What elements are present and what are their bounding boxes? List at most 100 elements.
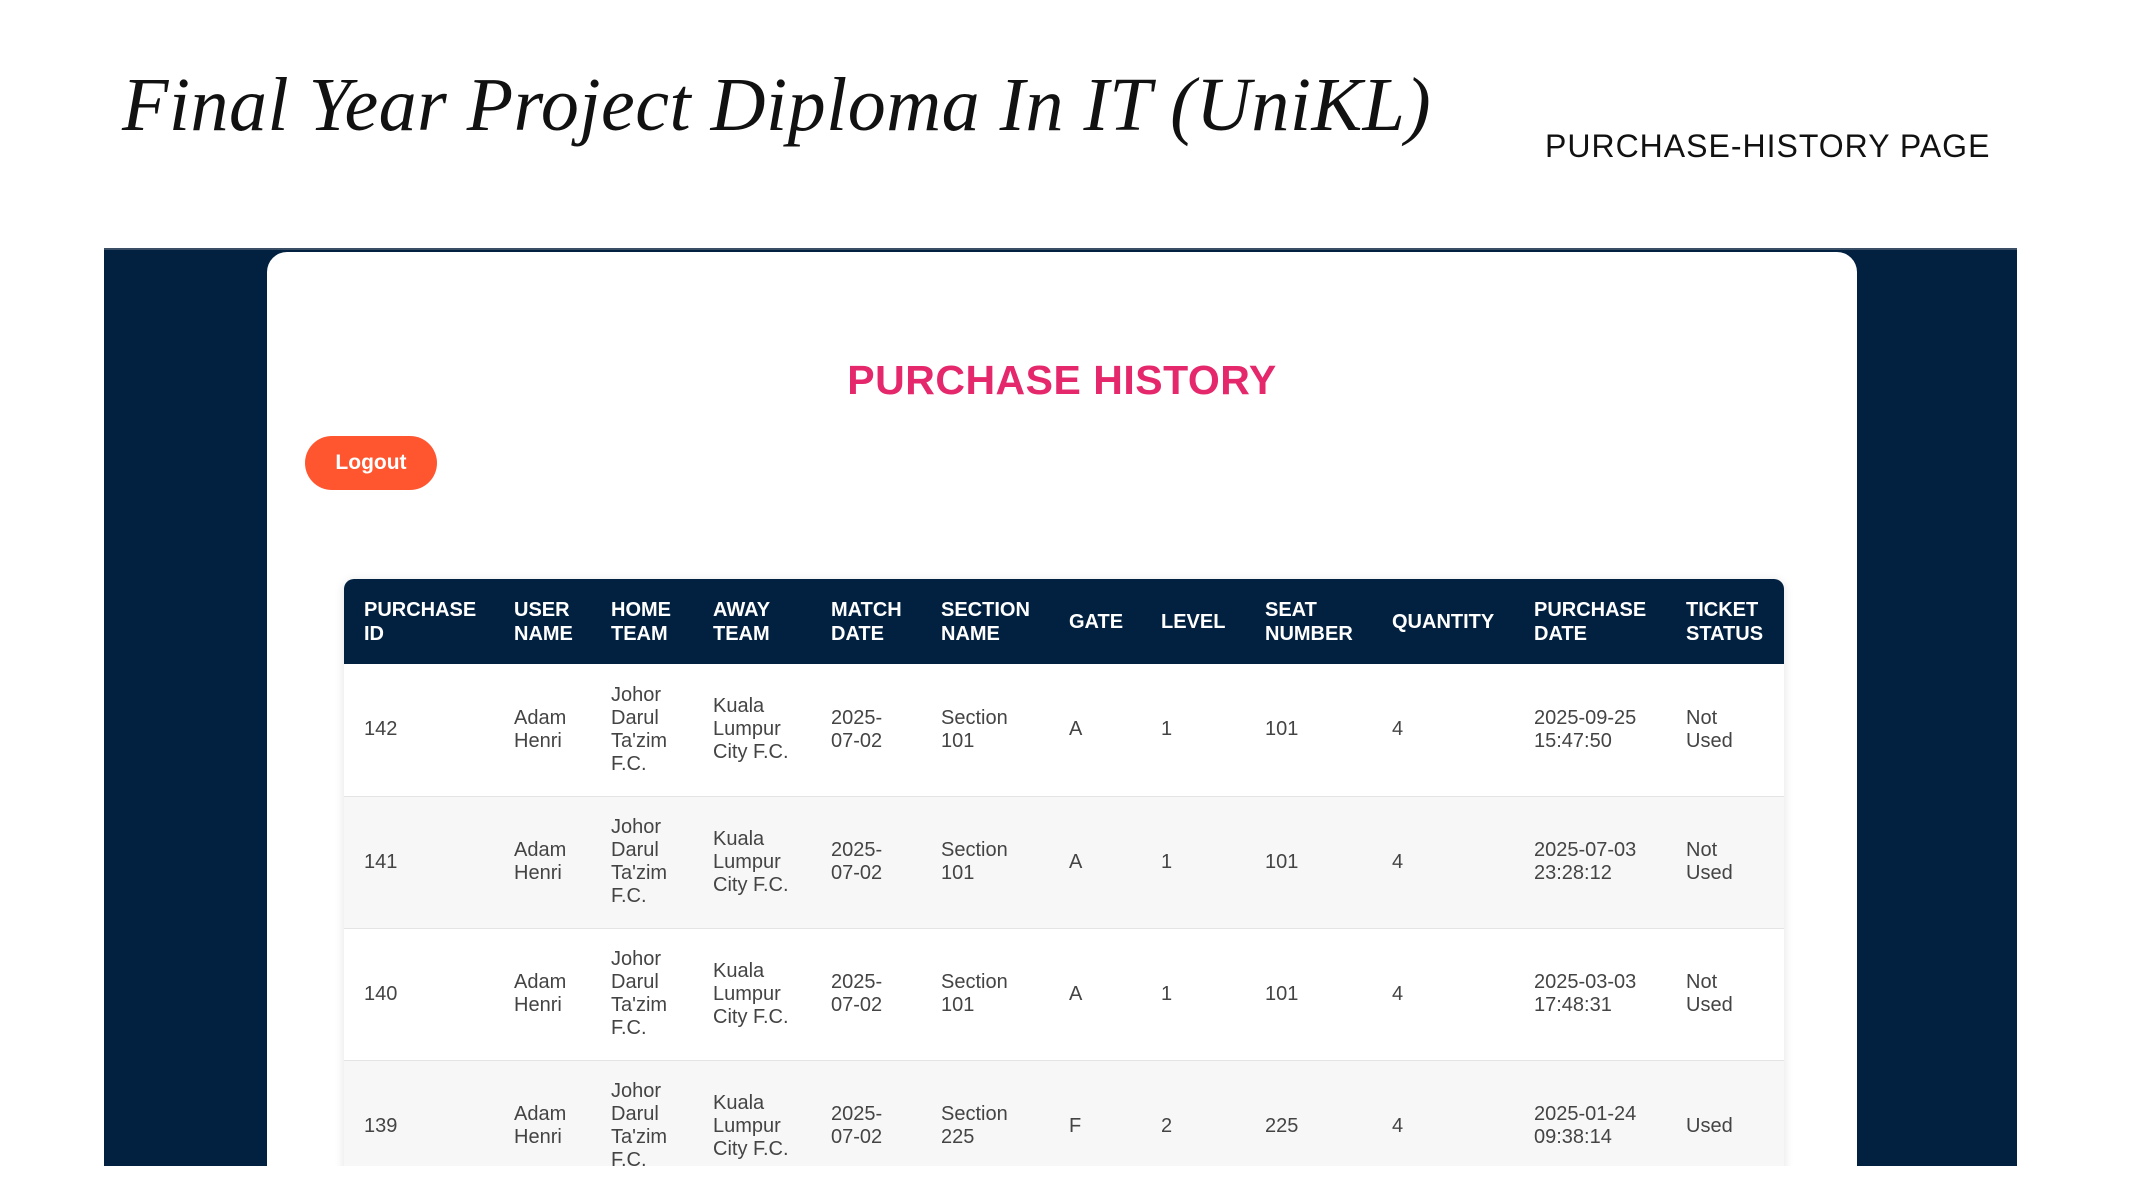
cell-text-line: F.C. bbox=[611, 752, 647, 775]
column-header-line: NAME bbox=[514, 622, 573, 645]
screenshot-frame: PURCHASE HISTORY Logout PURCHASE ID USER… bbox=[104, 248, 2017, 1166]
column-header: PURCHASE DATE bbox=[1514, 579, 1666, 664]
cell-text-line: Lumpur bbox=[713, 718, 781, 741]
purchase-history-table: PURCHASE ID USER NAME HOME TEAM AWAY TEAM MATCH D… bbox=[344, 579, 1784, 1166]
user-name-cell: Adam Henri bbox=[494, 1060, 591, 1166]
purchase-history-table-container: PURCHASE ID USER NAME HOME TEAM AWAY TEAM MATCH D… bbox=[344, 579, 1784, 1166]
column-header: GATE bbox=[1049, 579, 1141, 664]
cell-text-line: Section bbox=[941, 1103, 1008, 1125]
level-cell: 1 bbox=[1141, 796, 1245, 929]
level-cell: 2 bbox=[1141, 1060, 1245, 1166]
column-header-line: NAME bbox=[941, 622, 1000, 645]
seat-number-cell: 225 bbox=[1245, 1060, 1372, 1166]
slide-title: Final Year Project Diploma In IT (UniKL) bbox=[122, 63, 1432, 147]
cell-text-line: Used bbox=[1686, 994, 1733, 1016]
column-header-line: GATE bbox=[1069, 610, 1124, 633]
cell-text-line: 17:48:31 bbox=[1534, 994, 1612, 1016]
quantity-cell: 4 bbox=[1372, 1060, 1514, 1166]
cell-text-line: F.C. bbox=[611, 1017, 647, 1039]
user-name-cell: Adam Henri bbox=[494, 928, 591, 1061]
column-header: SECTION NAME bbox=[921, 579, 1049, 664]
gate-cell: A bbox=[1049, 928, 1141, 1061]
purchase-id-cell: 139 bbox=[344, 1060, 494, 1166]
page-title: PURCHASE HISTORY bbox=[847, 357, 1277, 403]
cell-text-line: Kuala bbox=[713, 695, 765, 718]
user-name-cell: Adam Henri bbox=[494, 796, 591, 929]
cell-text-line: Adam bbox=[514, 1103, 567, 1125]
cell-text-line: 101 bbox=[941, 994, 975, 1016]
quantity-cell: 4 bbox=[1372, 928, 1514, 1061]
slide-subtitle: PURCHASE-HISTORY PAGE bbox=[1545, 128, 1991, 164]
away-team-cell: Kuala Lumpur City F.C. bbox=[693, 664, 811, 797]
cell-text-line: City F.C. bbox=[713, 1005, 789, 1028]
section-name-cell: Section 101 bbox=[921, 796, 1049, 929]
column-header-line: SECTION bbox=[941, 598, 1030, 621]
column-header-line: HOME bbox=[611, 598, 671, 621]
cell-text-line: Henri bbox=[514, 862, 562, 884]
column-header-line: AWAY bbox=[713, 598, 771, 621]
cell-text-line: F.C. bbox=[611, 1149, 647, 1166]
home-team-cell: Johor Darul Ta'zim F.C. bbox=[591, 796, 693, 929]
cell-text-line: Ta'zim bbox=[611, 1126, 668, 1148]
match-date-cell: 2025- 07-02 bbox=[811, 1060, 921, 1166]
table-row: 141 Adam Henri Johor Darul Ta'zim F.C. Kuala Lum… bbox=[344, 796, 1784, 929]
column-header: USER NAME bbox=[494, 579, 591, 664]
cell-text-line: Lumpur bbox=[713, 1114, 781, 1137]
home-team-cell: Johor Darul Ta'zim F.C. bbox=[591, 1060, 693, 1166]
ticket-status-cell: Not Used bbox=[1666, 664, 1784, 797]
cell-text-line: Used bbox=[1686, 862, 1733, 884]
match-date-cell: 2025- 07-02 bbox=[811, 664, 921, 797]
seat-number-cell: 101 bbox=[1245, 664, 1372, 797]
cell-text-line: 2025-07-03 bbox=[1534, 839, 1637, 861]
level-cell: 1 bbox=[1141, 928, 1245, 1061]
cell-text-line: Johor bbox=[611, 1080, 662, 1102]
cell-text-line: Kuala bbox=[713, 959, 765, 982]
cell-text-line: 225 bbox=[941, 1126, 975, 1148]
cell-text-line: 2025- bbox=[831, 839, 883, 861]
cell-text-line: Kuala bbox=[713, 827, 765, 850]
cell-text-line: 07-02 bbox=[831, 729, 883, 752]
cell-text-line: Henri bbox=[514, 1126, 562, 1148]
cell-text-line: City F.C. bbox=[713, 873, 789, 896]
cell-text-line: Henri bbox=[514, 994, 562, 1016]
column-header-line: TICKET bbox=[1686, 598, 1759, 621]
cell-text-line: 07-02 bbox=[831, 862, 883, 884]
cell-text-line: 2025-01-24 bbox=[1534, 1103, 1637, 1125]
away-team-cell: Kuala Lumpur City F.C. bbox=[693, 796, 811, 929]
cell-text-line: Section bbox=[941, 839, 1008, 861]
cell-text-line: City F.C. bbox=[713, 741, 789, 764]
cell-text-line: Adam bbox=[514, 839, 567, 861]
column-header-line: TEAM bbox=[611, 622, 668, 645]
cell-text-line: 101 bbox=[941, 729, 975, 752]
section-name-cell: Section 225 bbox=[921, 1060, 1049, 1166]
column-header-line: LEVEL bbox=[1161, 610, 1226, 633]
cell-text-line: Johor bbox=[611, 816, 662, 838]
cell-text-line: Lumpur bbox=[713, 850, 781, 873]
cell-text-line: 101 bbox=[941, 862, 975, 884]
purchase-id-cell: 140 bbox=[344, 928, 494, 1061]
ticket-status-cell: Used bbox=[1666, 1060, 1784, 1166]
cell-text-line: Johor bbox=[611, 683, 662, 706]
quantity-cell: 4 bbox=[1372, 664, 1514, 797]
match-date-cell: 2025- 07-02 bbox=[811, 796, 921, 929]
table-row: 139 Adam Henri Johor Darul Ta'zim F.C. Kuala Lum… bbox=[344, 1060, 1784, 1166]
away-team-cell: Kuala Lumpur City F.C. bbox=[693, 928, 811, 1061]
cell-text-line: Section bbox=[941, 971, 1008, 993]
section-name-cell: Section 101 bbox=[921, 664, 1049, 797]
match-date-cell: 2025- 07-02 bbox=[811, 928, 921, 1061]
column-header-line: SEAT bbox=[1265, 598, 1317, 621]
logout-button[interactable]: Logout bbox=[305, 436, 437, 490]
purchase-id-cell: 142 bbox=[344, 664, 494, 797]
purchase-date-cell: 2025-01-24 09:38:14 bbox=[1514, 1060, 1666, 1166]
purchase-date-cell: 2025-07-03 23:28:12 bbox=[1514, 796, 1666, 929]
column-header: PURCHASE ID bbox=[344, 579, 494, 664]
cell-text-line: 07-02 bbox=[831, 1126, 883, 1148]
column-header-line: TEAM bbox=[713, 622, 770, 645]
column-header-line: ID bbox=[364, 622, 384, 645]
purchase-date-cell: 2025-09-25 15:47:50 bbox=[1514, 664, 1666, 797]
cell-text-line: Used bbox=[1686, 729, 1733, 752]
column-header-line: DATE bbox=[1534, 622, 1587, 645]
ticket-status-cell: Not Used bbox=[1666, 796, 1784, 929]
cell-text-line: Ta'zim bbox=[611, 994, 668, 1016]
column-header: HOME TEAM bbox=[591, 579, 693, 664]
